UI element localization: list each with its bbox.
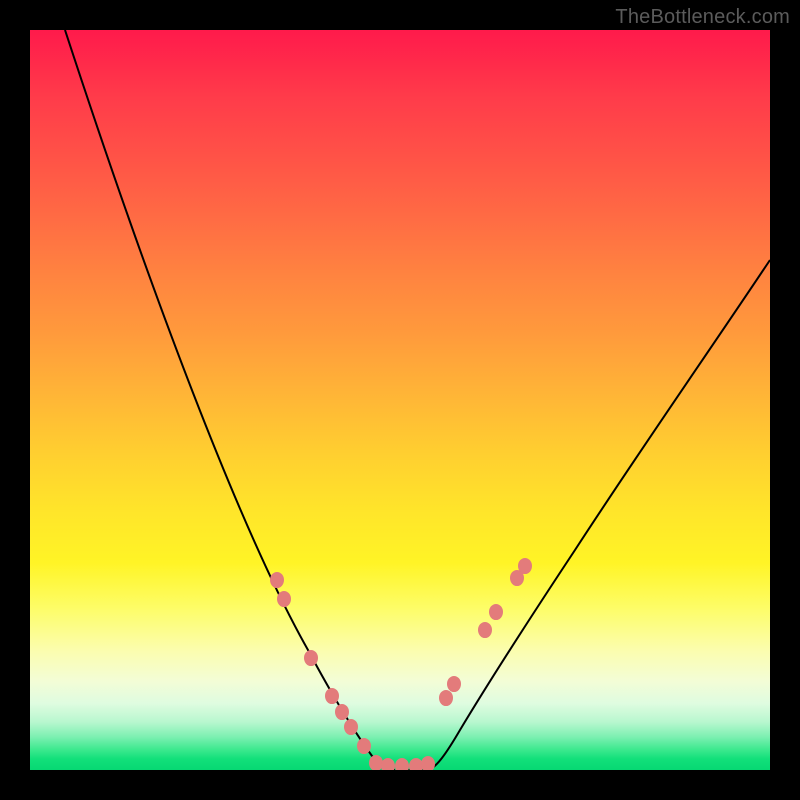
marker-dot <box>325 688 339 704</box>
marker-dot <box>409 758 423 770</box>
chart-frame <box>30 30 770 770</box>
marker-dot <box>344 719 358 735</box>
marker-dot <box>357 738 371 754</box>
marker-dot <box>439 690 453 706</box>
chart-overlay <box>30 30 770 770</box>
marker-dot <box>478 622 492 638</box>
marker-dot <box>395 758 409 770</box>
marker-dot <box>510 570 524 586</box>
marker-dot <box>304 650 318 666</box>
marker-dot <box>369 755 383 770</box>
marker-dot <box>270 572 284 588</box>
markers-left <box>270 572 371 754</box>
marker-dot <box>277 591 291 607</box>
chart-stage: TheBottleneck.com <box>0 0 800 800</box>
marker-dot <box>447 676 461 692</box>
marker-dot <box>489 604 503 620</box>
marker-dot <box>381 758 395 770</box>
curve-left <box>65 30 395 770</box>
watermark-text: TheBottleneck.com <box>615 6 790 29</box>
markers-trough <box>369 755 435 770</box>
markers-right <box>439 558 532 706</box>
curve-right <box>400 260 770 770</box>
marker-dot <box>421 756 435 770</box>
marker-dot <box>335 704 349 720</box>
